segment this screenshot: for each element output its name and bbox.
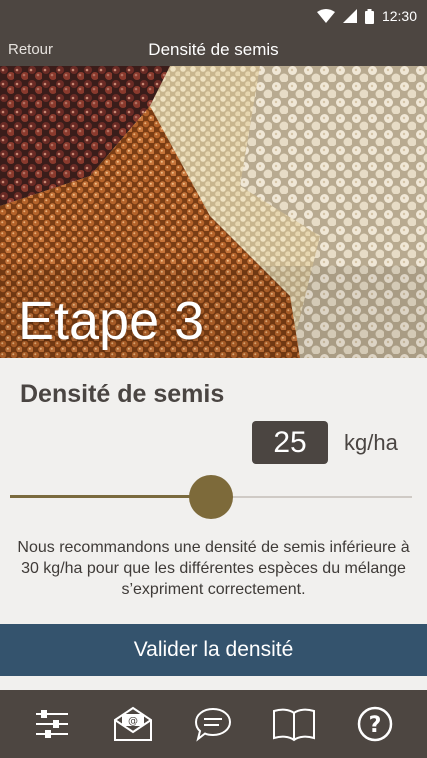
status-time: 12:30	[381, 8, 417, 24]
signal-icon	[342, 9, 357, 23]
nav-help-button[interactable]: ?	[350, 699, 400, 749]
svg-text:?: ?	[368, 713, 381, 738]
chat-icon	[195, 707, 232, 742]
wifi-icon	[316, 9, 335, 23]
settings-sliders-icon	[36, 710, 69, 738]
density-value: 25	[252, 421, 328, 464]
validate-button[interactable]: Valider la densité	[0, 624, 427, 676]
slider-fill	[10, 495, 211, 498]
slider-thumb[interactable]	[189, 475, 233, 519]
step-label: Etape 3	[18, 291, 205, 351]
bottom-nav: @ ?	[0, 690, 427, 758]
nav-chat-button[interactable]	[188, 699, 238, 749]
svg-text:@: @	[128, 716, 138, 727]
page-title: Densité de semis	[148, 40, 279, 59]
book-icon	[273, 708, 316, 742]
app-bar: Retour Densité de semis	[0, 32, 427, 66]
battery-icon	[364, 8, 374, 24]
nav-email-button[interactable]: @	[108, 699, 158, 749]
density-slider[interactable]	[10, 475, 412, 519]
nav-settings-button[interactable]	[27, 699, 77, 749]
help-icon: ?	[357, 706, 392, 742]
section-title: Densité de semis	[20, 380, 225, 408]
status-bar: 12:30	[0, 0, 427, 32]
nav-book-button[interactable]	[269, 699, 319, 749]
hero-image: Etape 3	[0, 66, 427, 358]
density-unit: kg/ha	[344, 430, 398, 455]
email-icon: @	[113, 706, 152, 741]
recommendation-text: Nous recommandons une densité de semis i…	[17, 539, 410, 598]
